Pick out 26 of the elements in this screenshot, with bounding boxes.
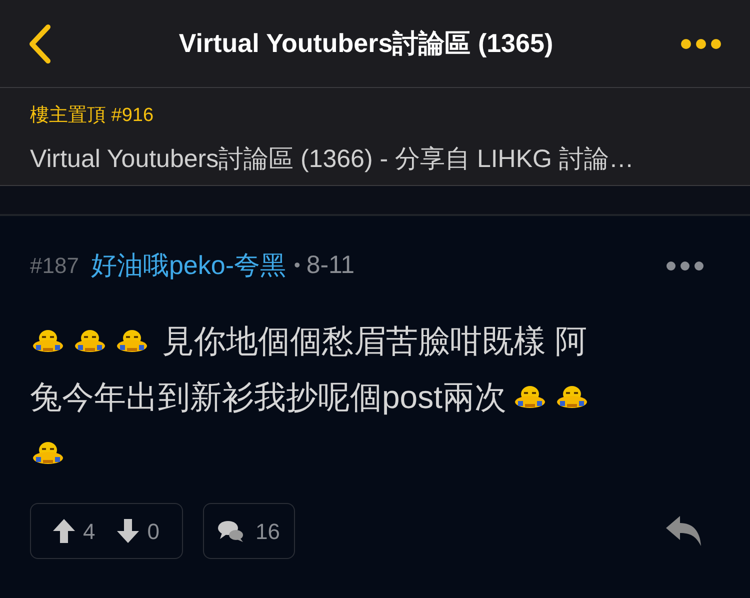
chat-bubbles-icon [218,519,244,543]
pinned-label: 樓主置頂 #916 [30,104,155,128]
post-date: 8-11 [306,250,354,281]
crying-face-icon [74,328,106,354]
author-name[interactable]: 好油哦peko-夸黑 [90,246,286,285]
more-icon[interactable] [680,38,722,50]
separator-dot: • [294,254,300,277]
crying-face-icon [556,384,588,410]
pinned-title: Virtual Youtubers討論區 (1366) - 分享自 LIHKG 討論… [30,144,635,174]
pinned-post[interactable]: 樓主置頂 #916 Virtual Youtubers討論區 (1366) - 分享自 LIHKG 討論… [0,88,750,186]
replies-button[interactable]: 16 [202,503,295,559]
up-arrow-icon [53,519,75,543]
post-number: #187 [30,252,79,280]
reply-icon[interactable] [666,516,702,546]
post-text: 兔今年出到新衫我抄呢個post兩次 [30,378,506,417]
thread-title: Virtual Youtubers討論區 (1365) [178,27,554,60]
crying-face-icon [32,440,64,466]
more-icon[interactable] [666,260,704,270]
back-icon[interactable] [28,24,52,64]
crying-face-icon [514,384,546,410]
downvote-button[interactable]: 0 [117,514,160,548]
down-arrow-icon [117,519,140,543]
upvote-button[interactable]: 4 [53,514,96,548]
crying-face-icon [32,328,64,354]
crying-face-icon [116,328,148,354]
post-text: 見你地個個愁眉苦臉咁既樣 阿 [162,322,587,361]
